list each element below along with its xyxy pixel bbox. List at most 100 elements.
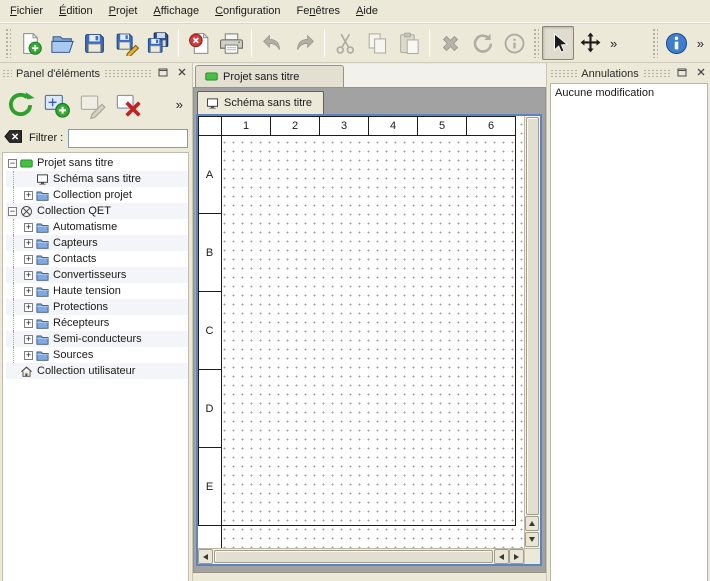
tree-item-recepteurs[interactable]: +Récepteurs — [6, 315, 188, 331]
tree-expander-plus[interactable]: + — [24, 303, 33, 312]
scroll-right-button[interactable] — [509, 549, 524, 564]
schema-tab[interactable]: Schéma sans titre — [197, 91, 324, 114]
dock-close-button[interactable] — [693, 67, 708, 80]
scroll-left-button[interactable] — [198, 549, 213, 564]
toolbar-extension-button[interactable]: » — [693, 36, 708, 51]
undo-history-list[interactable]: Aucune modification — [550, 83, 708, 581]
horizontal-scrollbar-thumb[interactable] — [214, 550, 493, 563]
tree-item-protections[interactable]: +Protections — [6, 299, 188, 315]
dock-float-button[interactable] — [674, 67, 689, 80]
schema-icon — [206, 97, 219, 110]
menu-fenetres[interactable]: Fenêtres — [289, 1, 348, 21]
tree-item-semi-conducteurs[interactable]: + Semi-conducteurs — [6, 331, 188, 347]
dock-float-button[interactable] — [155, 67, 170, 80]
move-icon — [578, 31, 603, 56]
close-file-icon — [187, 31, 212, 56]
vertical-scrollbar[interactable] — [524, 116, 540, 548]
save-as-button[interactable] — [110, 26, 142, 60]
horizontal-scrollbar[interactable] — [198, 548, 540, 564]
arrow-right-icon — [514, 554, 519, 560]
tree-expander-minus[interactable]: − — [8, 159, 17, 168]
menu-fichier[interactable]: Fichier — [2, 1, 51, 21]
tree-item-collection-projet[interactable]: +Collection projet — [6, 187, 188, 203]
tree-item-collection-qet[interactable]: −Collection QET — [6, 203, 188, 219]
mode-toolbar-overflow[interactable]: » — [606, 36, 621, 51]
tree-item-label: Sources — [53, 349, 93, 361]
tree-item-capteurs[interactable]: +Capteurs — [6, 235, 188, 251]
scroll-up-button[interactable] — [525, 516, 539, 531]
toolbar-handle[interactable] — [652, 28, 658, 58]
elements-panel-titlebar[interactable]: Panel d'éléments — [2, 66, 189, 81]
reload-collections-button[interactable] — [2, 85, 38, 123]
schema-canvas[interactable]: 123456 ABCDE — [198, 116, 524, 548]
clear-filter-button[interactable] — [3, 130, 24, 146]
horizontal-scrollbar-track[interactable] — [213, 549, 494, 564]
tree-item-label: Semi-conducteurs — [53, 333, 142, 345]
scroll-down-button[interactable] — [525, 532, 539, 547]
filter-input[interactable] — [68, 129, 188, 148]
menu-affichage[interactable]: Affichage — [145, 1, 207, 21]
copy-button — [361, 26, 393, 60]
refresh-icon — [6, 90, 35, 119]
tree-item-projet-sans-titre[interactable]: −Projet sans titre — [6, 155, 188, 171]
delete-element-button[interactable] — [110, 85, 146, 123]
tree-expander-plus[interactable]: + — [24, 239, 33, 248]
scroll-mode-button[interactable] — [574, 26, 606, 60]
scroll-left-button-2[interactable] — [494, 549, 509, 564]
close-file-button[interactable] — [183, 26, 215, 60]
menu-configuration[interactable]: Configuration — [207, 1, 288, 21]
tree-item-schema-sans-titre[interactable]: Schéma sans titre — [6, 171, 188, 187]
undo-empty-text: Aucune modification — [555, 87, 703, 99]
dock-close-button[interactable] — [174, 67, 189, 80]
dock-grip[interactable] — [643, 69, 670, 78]
tree-expander-plus[interactable]: + — [24, 351, 33, 360]
tree-expander-plus[interactable]: + — [24, 191, 33, 200]
folder-icon — [36, 301, 49, 314]
tree-expander-plus[interactable]: + — [24, 271, 33, 280]
new-element-button[interactable] — [38, 85, 74, 123]
tree-item-collection-utilisateur[interactable]: Collection utilisateur — [6, 363, 188, 379]
workspace-margin — [193, 573, 546, 581]
project-tab[interactable]: Projet sans titre — [195, 65, 344, 87]
folder-icon — [36, 237, 49, 250]
save-icon — [82, 31, 107, 56]
dock-grip[interactable] — [104, 69, 151, 78]
tree-expander-plus[interactable]: + — [24, 335, 33, 344]
toolbar-handle[interactable] — [5, 28, 11, 58]
tree-expander-plus[interactable]: + — [24, 223, 33, 232]
open-file-button[interactable] — [46, 26, 78, 60]
row-ruler: ABCDE — [198, 136, 222, 548]
vertical-scrollbar-track[interactable] — [525, 116, 540, 516]
paste-button — [393, 26, 425, 60]
tree-item-automatisme[interactable]: +Automatisme — [6, 219, 188, 235]
vertical-scrollbar-thumb[interactable] — [526, 117, 539, 515]
tree-expander-plus[interactable]: + — [24, 255, 33, 264]
print-button[interactable] — [215, 26, 247, 60]
tree-item-contacts[interactable]: +Contacts — [6, 251, 188, 267]
ruler-column-4: 4 — [369, 116, 418, 136]
tree-guide — [6, 267, 22, 283]
menu-aide[interactable]: Aide — [348, 1, 386, 21]
tree-expander-plus[interactable]: + — [24, 287, 33, 296]
save-button[interactable] — [78, 26, 110, 60]
tree-item-convertisseurs[interactable]: +Convertisseurs — [6, 267, 188, 283]
menu-projet[interactable]: Projet — [101, 1, 146, 21]
folder-icon — [36, 285, 49, 298]
save-all-button[interactable] — [142, 26, 174, 60]
tree-expander-plus[interactable]: + — [24, 319, 33, 328]
tree-expander-minus[interactable]: − — [8, 207, 17, 216]
toolbar-separator — [429, 29, 430, 57]
ruler-column-1: 1 — [222, 116, 271, 136]
toolbar-handle[interactable] — [533, 28, 539, 58]
select-mode-button[interactable] — [542, 26, 574, 60]
dock-toolbar-overflow[interactable]: » — [172, 97, 187, 112]
undo-panel-titlebar[interactable]: Annulations — [550, 66, 708, 81]
about-qet-button[interactable] — [661, 26, 693, 60]
new-file-button[interactable] — [14, 26, 46, 60]
tree-item-sources[interactable]: + Sources — [6, 347, 188, 363]
scrollbar-corner — [524, 549, 540, 564]
dock-grip[interactable] — [550, 69, 577, 78]
menu-edition[interactable]: Édition — [51, 1, 101, 21]
tree-item-haute-tension[interactable]: +Haute tension — [6, 283, 188, 299]
dock-grip[interactable] — [2, 69, 12, 78]
